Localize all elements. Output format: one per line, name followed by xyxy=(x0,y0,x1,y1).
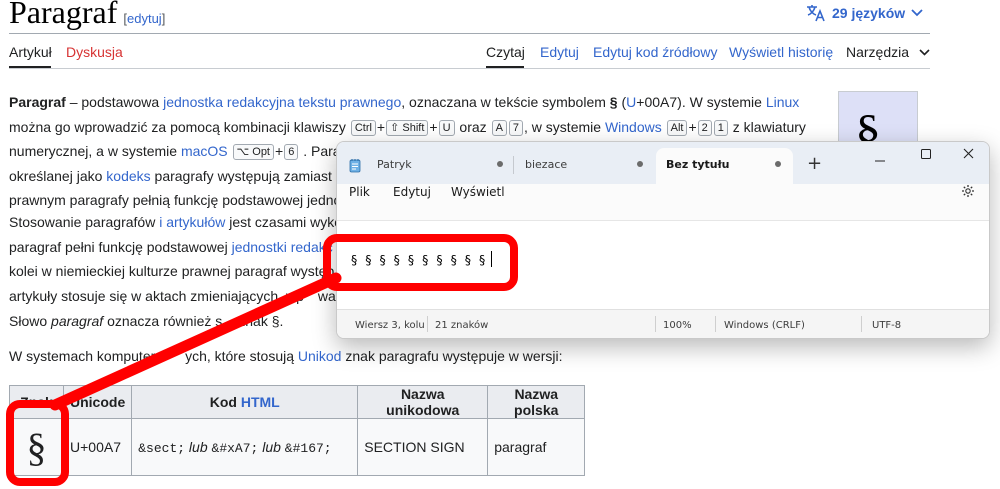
link-html[interactable]: HTML xyxy=(241,394,280,410)
cell-html-code: &sect; lub &#xA7; lub &#167; xyxy=(131,418,359,476)
tab-history[interactable]: Wyświetl historię xyxy=(729,44,833,60)
unsaved-dot-icon xyxy=(775,161,781,167)
key-6: 6 xyxy=(284,144,299,160)
table-row: § U+00A7 &sect; lub &#xA7; lub &#167; SE… xyxy=(9,418,586,476)
status-divider xyxy=(715,316,716,332)
notepad-tab-bez-tytulu[interactable]: Bez tytułu xyxy=(656,148,793,184)
key-opt: ⌥ Opt xyxy=(232,144,274,160)
tools-menu[interactable]: Narzędzia xyxy=(846,44,930,60)
chevron-down-icon xyxy=(919,49,930,56)
page-title-text: Paragraf xyxy=(9,0,118,30)
tab-separator xyxy=(513,156,514,174)
key-1: 1 xyxy=(713,119,728,136)
tab-discussion[interactable]: Dyskusja xyxy=(66,44,123,60)
tabs-divider xyxy=(9,68,930,69)
annotation-box-table-symbol xyxy=(6,400,69,486)
translate-icon xyxy=(807,5,825,22)
minimize-icon[interactable] xyxy=(874,155,886,167)
status-line-endings: Windows (CRLF) xyxy=(724,320,805,331)
page-tabs: Artykuł Dyskusja Czytaj Edytuj Edytuj ko… xyxy=(9,44,930,68)
header-unicode-name: Nazwa unikodowa xyxy=(357,385,489,419)
tab-article[interactable]: Artykuł xyxy=(9,44,52,60)
notepad-status-bar: Wiersz 3, kolu 21 znaków 100% Windows (C… xyxy=(337,309,989,338)
link-jednostka[interactable]: jednostka redakcyjna tekstu prawnego xyxy=(163,94,401,110)
notepad-tab-biezace[interactable]: biezace xyxy=(515,148,655,184)
key-alt: Alt xyxy=(666,119,688,136)
link-macos[interactable]: macOS xyxy=(181,143,228,159)
link-unicode[interactable]: U xyxy=(626,94,636,110)
gear-icon[interactable] xyxy=(961,184,975,198)
header-polish-name: Nazwa polska xyxy=(487,385,586,419)
cell-unicode-name: SECTION SIGN xyxy=(357,418,489,476)
status-position: Wiersz 3, kolu xyxy=(355,320,425,331)
menu-view[interactable]: Wyświetl xyxy=(451,185,505,199)
tab-read[interactable]: Czytaj xyxy=(486,44,525,60)
notepad-menu-bar: Plik Edytuj Wyświetl xyxy=(337,184,989,218)
status-char-count: 21 znaków xyxy=(435,320,489,331)
notepad-app-icon xyxy=(349,159,361,173)
article-paragraph-4: W systemach komputero ych, które stosują … xyxy=(9,348,563,364)
language-button[interactable]: 29 języków xyxy=(806,4,923,22)
status-divider xyxy=(861,316,862,332)
link-artykulow[interactable]: artykułów xyxy=(166,214,225,230)
link-linux[interactable]: Linux xyxy=(766,94,799,110)
status-zoom: 100% xyxy=(663,320,692,331)
unsaved-dot-icon xyxy=(637,161,643,167)
status-divider xyxy=(427,316,428,332)
menu-edit[interactable]: Edytuj xyxy=(393,185,431,199)
cell-unicode: U+00A7 xyxy=(62,418,133,476)
edit-section: [edytuj] xyxy=(123,11,166,26)
key-ctrl: Ctrl xyxy=(350,119,376,136)
link-kodeks[interactable]: kodeks xyxy=(106,168,150,184)
key-7: 7 xyxy=(508,119,524,136)
annotation-box-notepad-text xyxy=(323,234,518,291)
new-tab-button[interactable]: + xyxy=(807,153,822,174)
title-divider xyxy=(9,33,930,34)
notepad-tab-bar: Patryk biezace Bez tytułu + xyxy=(337,142,989,184)
table-header-row: Znak Unicode Kod HTML Nazwa unikodowa Na… xyxy=(9,385,586,419)
maximize-icon[interactable] xyxy=(921,149,931,159)
cell-polish-name: paragraf xyxy=(487,418,586,476)
tab-edit[interactable]: Edytuj xyxy=(540,44,579,60)
notepad-tab-patryk[interactable]: Patryk xyxy=(367,148,515,184)
link-windows[interactable]: Windows xyxy=(605,119,662,135)
key-2: 2 xyxy=(697,119,712,136)
page-title: Paragraf [edytuj] xyxy=(9,0,165,31)
unsaved-dot-icon xyxy=(497,161,503,167)
edit-link[interactable]: edytuj xyxy=(127,11,162,26)
header-unicode: Unicode xyxy=(62,385,133,419)
link-jednostki-redakcyjnej[interactable]: jednostki redakc xyxy=(232,239,333,255)
key-u: U xyxy=(438,119,455,136)
status-encoding: UTF-8 xyxy=(872,320,902,331)
chevron-down-icon xyxy=(911,9,923,17)
key-shift: ⇧ Shift xyxy=(386,119,429,136)
status-divider xyxy=(655,316,656,332)
header-html-code: Kod HTML xyxy=(131,385,359,419)
language-count: 29 języków xyxy=(832,5,906,21)
link-unikod[interactable]: Unikod xyxy=(298,348,342,364)
menu-file[interactable]: Plik xyxy=(349,185,370,199)
key-a: A xyxy=(491,119,507,136)
paragraph-code-table: Znak Unicode Kod HTML Nazwa unikodowa Na… xyxy=(9,385,586,476)
close-icon[interactable] xyxy=(963,148,974,159)
tab-edit-source[interactable]: Edytuj kod źródłowy xyxy=(593,44,718,60)
